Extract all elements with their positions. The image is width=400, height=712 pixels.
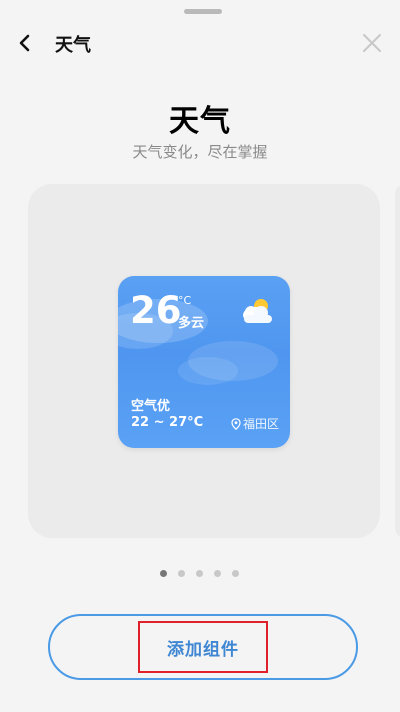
page-dot-4[interactable] bbox=[214, 570, 221, 577]
page-dot-3[interactable] bbox=[196, 570, 203, 577]
top-bar: 天气 bbox=[0, 20, 400, 66]
back-arrow-icon bbox=[19, 34, 30, 52]
page-title: 天气 bbox=[169, 104, 231, 139]
location-pin-icon bbox=[231, 417, 241, 430]
page-indicator bbox=[160, 570, 239, 577]
page-subtitle: 天气变化，尽在掌握 bbox=[132, 143, 268, 161]
page-dot-5[interactable] bbox=[232, 570, 239, 577]
location-name: 福田区 bbox=[242, 417, 279, 431]
top-bar-title: 天气 bbox=[55, 35, 91, 56]
partly-cloudy-icon bbox=[243, 299, 272, 323]
air-quality: 空气优 bbox=[131, 399, 171, 414]
next-preview-card[interactable] bbox=[395, 184, 400, 538]
add-widget-highlight[interactable]: 添加组件 bbox=[138, 621, 268, 673]
page-dot-2[interactable] bbox=[178, 570, 185, 577]
page-dot-1[interactable] bbox=[160, 570, 167, 577]
drag-handle[interactable] bbox=[184, 9, 222, 14]
temperature-unit: °C bbox=[178, 294, 192, 307]
add-widget-label: 添加组件 bbox=[167, 639, 239, 660]
temperature-value: 26 bbox=[130, 289, 182, 332]
location: 福田区 bbox=[231, 415, 279, 432]
weather-widget[interactable]: 26 °C 多云 空气优 22 ~ 27°C 福田区 bbox=[118, 276, 290, 448]
back-button[interactable] bbox=[10, 28, 40, 58]
close-icon bbox=[363, 34, 381, 52]
temperature-range: 22 ~ 27°C bbox=[131, 415, 204, 430]
weather-condition: 多云 bbox=[178, 316, 205, 331]
close-button[interactable] bbox=[358, 29, 386, 57]
